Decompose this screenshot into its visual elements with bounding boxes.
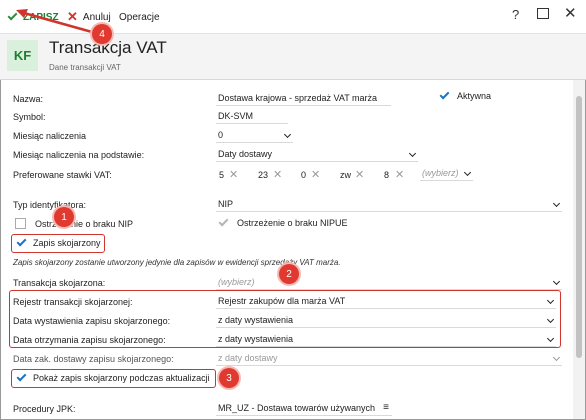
remove-tag-icon[interactable]: ✕ — [229, 168, 238, 181]
chevron-down-icon — [552, 199, 561, 208]
transakcja-skoj-label: Transakcja skojarzona: — [13, 278, 106, 288]
stawka-tag: 23 — [258, 170, 269, 180]
stawka-tag: 5 — [219, 170, 225, 180]
stawka-tag: zw — [340, 170, 351, 180]
symbol-label: Symbol: — [13, 112, 46, 122]
chevron-down-icon — [546, 334, 555, 343]
data-zak-value: z daty dostawy — [218, 352, 278, 363]
annotation-badge-3: 3 — [219, 368, 239, 388]
chevron-down-icon — [546, 315, 555, 324]
miesiac-podstawa-label: Miesiąc naliczenia na podstawie: — [13, 150, 145, 160]
nazwa-label: Nazwa: — [13, 94, 44, 104]
chevron-down-icon — [552, 353, 561, 362]
chevron-down-icon — [463, 168, 472, 177]
data-zak-label: Data zak. dostawy zapisu skojarzonego: — [13, 354, 174, 364]
checkbox-box — [15, 218, 26, 229]
data-otrz-label: Data otrzymania zapisu skojarzonego: — [13, 335, 166, 345]
check-icon — [16, 371, 27, 382]
stawka-tag: 0 — [301, 170, 307, 180]
ostrz-nipue-label: Ostrzeżenie o braku NIPUE — [237, 218, 348, 228]
annotation-badge-4: 4 — [92, 24, 112, 44]
zapis-skojarzony-checkbox[interactable]: Zapis skojarzony — [16, 236, 101, 248]
check-icon — [439, 89, 450, 100]
aktywna-label: Aktywna — [457, 91, 492, 101]
transakcja-skoj-select[interactable]: (wybierz) — [216, 274, 562, 290]
pokaz-label: Pokaż zapis skojarzony podczas aktualiza… — [33, 373, 210, 383]
ostrz-nip-checkbox[interactable]: Ostrzeżenie o braku NIP — [15, 218, 133, 229]
miesiac-podstawa-value: Daty dostawy — [218, 148, 273, 159]
annotation-badge-1: 1 — [54, 207, 74, 227]
rejestr-value: Rejestr zakupów dla marża VAT — [218, 295, 346, 306]
stawki-placeholder: (wybierz) — [422, 167, 459, 178]
data-zak-select[interactable]: z daty dostawy — [216, 350, 562, 366]
check-icon — [218, 216, 229, 227]
procedury-label: Procedury JPK: — [13, 404, 76, 414]
transakcja-skoj-placeholder: (wybierz) — [218, 276, 255, 287]
ostrz-nip-label: Ostrzeżenie o braku NIP — [35, 218, 134, 229]
chevron-down-icon — [408, 149, 417, 158]
check-icon — [16, 236, 27, 247]
scrollbar-thumb[interactable] — [576, 96, 582, 358]
data-wyst-label: Data wystawienia zapisu skojarzonego: — [13, 316, 171, 326]
data-otrz-select[interactable]: z daty wystawienia — [216, 331, 556, 347]
zapis-skojarzony-label: Zapis skojarzony — [33, 238, 101, 248]
stawki-select[interactable]: (wybierz) — [420, 165, 473, 181]
procedury-select[interactable]: MR_UZ - Dostawa towarów używanych ≡ — [216, 400, 392, 416]
miesiac-select[interactable]: 0 — [216, 127, 293, 143]
stawka-tag: 8 — [384, 170, 390, 180]
typ-label: Typ identyfikatora: — [13, 200, 87, 210]
nazwa-input[interactable]: Dostawa krajowa - sprzedaż VAT marża — [216, 90, 391, 106]
chevron-down-icon — [546, 296, 555, 305]
miesiac-label: Miesiąc naliczenia — [13, 131, 87, 141]
procedury-value: MR_UZ - Dostawa towarów używanych — [218, 402, 376, 413]
rejestr-label: Rejestr transakcji skojarzonej: — [13, 297, 133, 307]
stawki-label: Preferowane stawki VAT: — [13, 170, 112, 180]
chevron-down-icon — [552, 277, 561, 286]
remove-tag-icon[interactable]: ✕ — [355, 168, 364, 181]
typ-select[interactable]: NIP — [216, 196, 562, 212]
rejestr-select[interactable]: Rejestr zakupów dla marża VAT — [216, 293, 556, 309]
typ-value: NIP — [218, 198, 234, 209]
remove-tag-icon[interactable]: ✕ — [311, 168, 320, 181]
data-wyst-select[interactable]: z daty wystawienia — [216, 312, 556, 328]
list-icon: ≡ — [383, 402, 389, 413]
symbol-value: DK-SVM — [218, 110, 254, 121]
nazwa-value: Dostawa krajowa - sprzedaż VAT marża — [218, 92, 378, 103]
annotation-badge-2: 2 — [279, 264, 299, 284]
data-otrz-value: z daty wystawienia — [218, 333, 294, 344]
data-wyst-value: z daty wystawienia — [218, 314, 294, 325]
pokaz-checkbox[interactable]: Pokaż zapis skojarzony podczas aktualiza… — [16, 371, 210, 383]
chevron-down-icon — [283, 130, 292, 139]
miesiac-value: 0 — [218, 129, 224, 140]
ostrz-nipue-checkbox[interactable]: Ostrzeżenie o braku NIPUE — [218, 216, 348, 228]
remove-tag-icon[interactable]: ✕ — [273, 168, 282, 181]
remove-tag-icon[interactable]: ✕ — [395, 168, 404, 181]
aktywna-checkbox[interactable]: Aktywna — [439, 89, 492, 101]
symbol-input[interactable]: DK-SVM — [216, 108, 288, 124]
miesiac-podstawa-select[interactable]: Daty dostawy — [216, 146, 418, 162]
